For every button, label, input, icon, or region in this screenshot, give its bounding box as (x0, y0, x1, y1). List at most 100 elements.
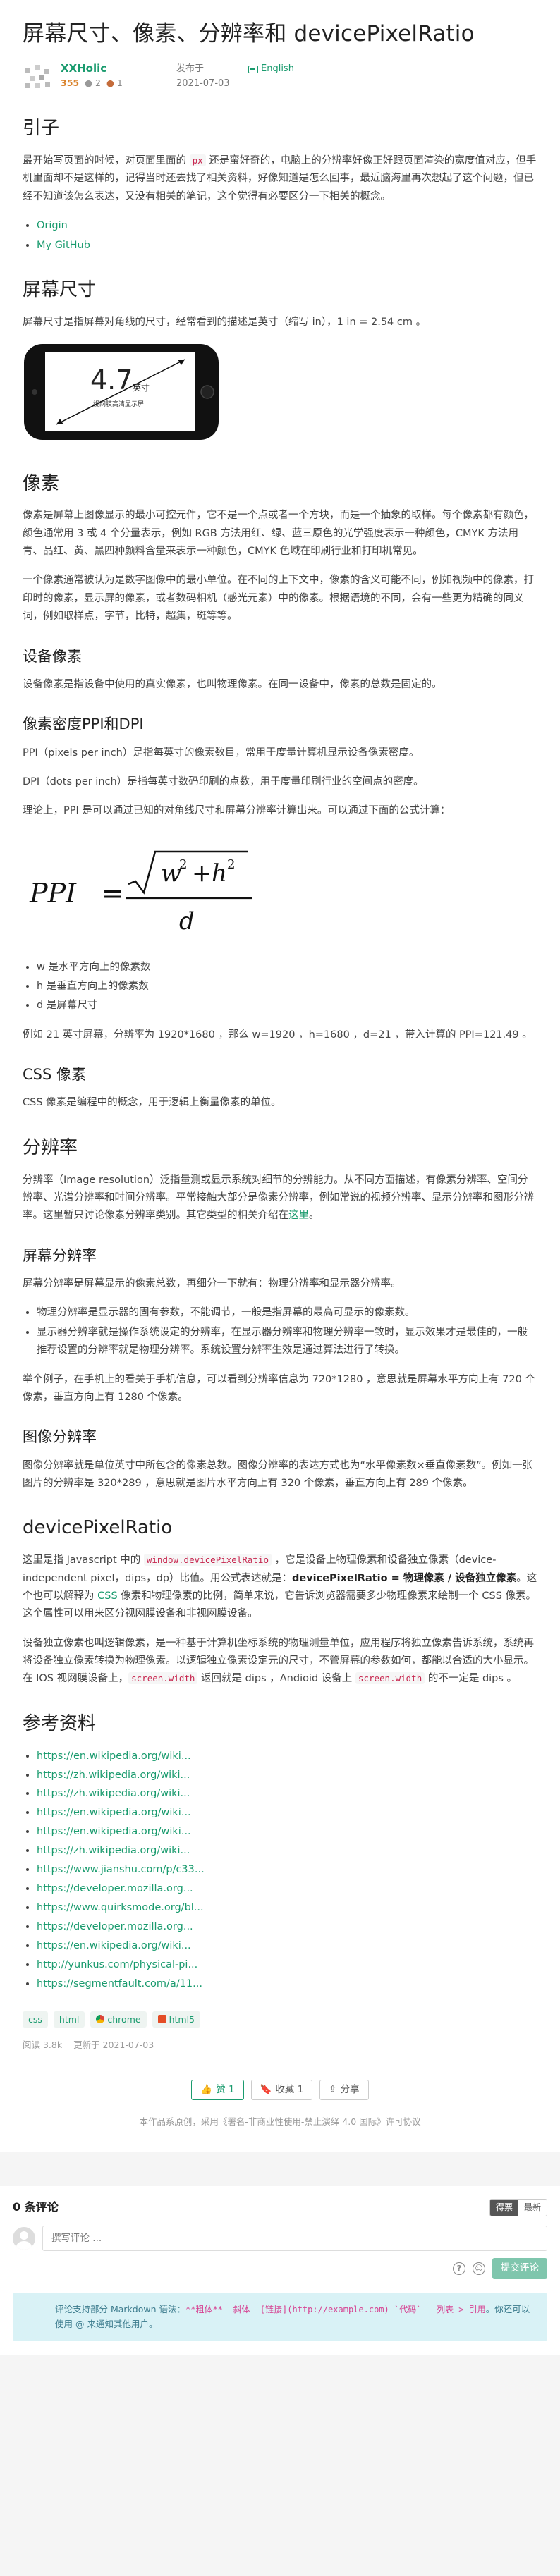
pixel-paragraph-2: 一个像素通常被认为是数字图像中的最小单位。在不同的上下文中，像素的含义可能不同，… (23, 575, 534, 622)
language-label: English (261, 63, 294, 75)
list-item: https://zh.wikipedia.org/wiki... (37, 1785, 537, 1803)
reference-link[interactable]: https://en.wikipedia.org/wiki... (37, 1940, 191, 1951)
article-actions: 👍 赞 1 🔖 收藏 1 ⇪ 分享 (23, 2079, 537, 2101)
reference-link[interactable]: https://developer.mozilla.org... (37, 1883, 193, 1894)
language-link[interactable]: English (248, 62, 294, 77)
heading-resolution: 分辨率 (23, 1136, 78, 1158)
list-item: https://segmentfault.com/a/11... (37, 1975, 537, 1993)
formula-exp-2: 2 (227, 857, 235, 872)
tag-chrome[interactable]: chrome (90, 2011, 147, 2028)
silver-badge: ● 2 (85, 77, 101, 88)
ppi-formula: PPI = w 2 + h 2 d (23, 847, 537, 939)
intro-paragraph: 最开始写页面的时候，对页面里面的 px 还是蛮好奇的，电脑上的分辨率好像正好跟页… (23, 154, 537, 202)
tag-html5[interactable]: html5 (152, 2011, 201, 2028)
heading-screen-resolution: 屏幕分辨率 (23, 1246, 97, 1264)
heading-references: 参考资料 (23, 1712, 97, 1734)
emoji-icon[interactable]: ☺ (473, 2262, 485, 2276)
screen-size-paragraph: 屏幕尺寸是指屏幕对角线的尺寸，经常看到的描述是英寸（缩写 in），1 in = … (23, 316, 427, 328)
share-button[interactable]: ⇪ 分享 (319, 2079, 369, 2101)
tag-list: css html chrome html5 (23, 2011, 537, 2028)
translate-icon (248, 66, 258, 74)
avatar-pattern-icon (23, 62, 52, 92)
formula-d: d (179, 907, 195, 936)
pixel-paragraph-1: 像素是屏幕上图像显示的最小可控元件，它不是一个点或者一个方块，而是一个抽象的取样… (23, 510, 534, 558)
list-item: https://en.wikipedia.org/wiki... (37, 1804, 537, 1822)
list-item: https://developer.mozilla.org... (37, 1918, 537, 1936)
comments-header: 0 条评论 得票 最新 (13, 2197, 547, 2217)
publish-date: 2021-07-03 (176, 78, 230, 90)
heading-css-pixel: CSS 像素 (23, 1066, 86, 1084)
markdown-syntax: **粗体** _斜体_ [链接](http://example.com) `代码… (185, 2304, 486, 2314)
heading-pixel: 像素 (23, 472, 60, 494)
reference-link[interactable]: https://segmentfault.com/a/11... (37, 1978, 202, 1989)
inline-code: screen.width (128, 1672, 198, 1685)
list-item: https://developer.mozilla.org... (37, 1880, 537, 1898)
list-item: w 是水平方向上的像素数 (37, 959, 537, 976)
reference-link[interactable]: https://zh.wikipedia.org/wiki... (37, 1770, 190, 1781)
list-item: https://en.wikipedia.org/wiki... (37, 1937, 537, 1955)
author-avatar[interactable] (23, 62, 52, 92)
publish-info: 发布于 2021-07-03 (176, 62, 240, 92)
reference-link[interactable]: https://www.jianshu.com/p/c33... (37, 1864, 205, 1875)
dpr-paragraph-1: 这里是指 Javascript 中的 window.devicePixelRat… (23, 1554, 537, 1620)
author-info: XXHolic 355 ● 2 ● 1 (61, 62, 166, 90)
silver-dot-icon: ● (85, 77, 95, 88)
list-item: https://www.quirksmode.org/bl... (37, 1899, 537, 1917)
article-meta: XXHolic 355 ● 2 ● 1 发布于 2021-07-03 Engli… (23, 62, 537, 92)
heading-dpr: devicePixelRatio (23, 1517, 173, 1539)
reference-link[interactable]: https://en.wikipedia.org/wiki... (37, 1826, 191, 1837)
ppi-example: 例如 21 英寸屏幕，分辨率为 1920*1680 ，那么 w=1920 ，h=… (23, 1029, 532, 1041)
tag-css[interactable]: css (23, 2011, 48, 2028)
dpr-paragraph-2: 设备独立像素也叫逻辑像素，是一种基于计算机坐标系统的物理测量单位，应用程序将独立… (23, 1637, 534, 1685)
reference-link[interactable]: https://zh.wikipedia.org/wiki... (37, 1845, 190, 1856)
page-title: 屏幕尺寸、像素、分辨率和 devicePixelRatio (23, 21, 475, 47)
link-github[interactable]: My GitHub (37, 240, 90, 251)
phone-size-value: 4.7 (90, 364, 133, 395)
sort-by-newest[interactable]: 最新 (518, 2200, 547, 2215)
heading-screen-size: 屏幕尺寸 (23, 278, 97, 300)
list-item: Origin (37, 217, 537, 235)
reference-link[interactable]: https://zh.wikipedia.org/wiki... (37, 1788, 190, 1799)
css-pixel-paragraph: CSS 像素是编程中的概念，用于逻辑上衡量像素的单位。 (23, 1097, 281, 1109)
reference-link[interactable]: https://www.quirksmode.org/bl... (37, 1902, 204, 1913)
reference-link[interactable]: https://en.wikipedia.org/wiki... (37, 1807, 191, 1818)
screen-resolution-example: 举个例子，在手机上的看关于手机信息，可以看到分辨率信息为 720*1280 ，意… (23, 1373, 535, 1403)
inline-code: px (189, 154, 206, 167)
author-stats: 355 ● 2 ● 1 (61, 76, 166, 90)
like-button[interactable]: 👍 赞 1 (191, 2079, 244, 2101)
phone-caption: 视网膜高清显示屏 (93, 400, 144, 408)
bookmark-icon: 🔖 (260, 2083, 272, 2095)
submit-comment-button[interactable]: 提交评论 (492, 2258, 547, 2279)
markdown-hint: 评论支持部分 Markdown 语法：**粗体** _斜体_ [链接](http… (13, 2293, 547, 2341)
bronze-badge: ● 1 (106, 77, 123, 88)
reference-link[interactable]: https://developer.mozilla.org... (37, 1921, 193, 1932)
author-reputation: 355 (61, 77, 80, 88)
ppi-paragraph-3: 理论上，PPI 是可以通过已知的对角线尺寸和屏幕分辨率计算出来。可以通过下面的公… (23, 805, 451, 817)
link-here[interactable]: 这里 (288, 1210, 309, 1221)
list-item: https://zh.wikipedia.org/wiki... (37, 1842, 537, 1860)
comment-input[interactable] (42, 2226, 547, 2252)
comments-section: 0 条评论 得票 最新 ? ☺ 提交评论 评论支持部分 Markdown 语法：… (0, 2186, 560, 2355)
formula-plus: + (192, 859, 212, 888)
collect-button[interactable]: 🔖 收藏 1 (250, 2079, 313, 2101)
list-item: https://zh.wikipedia.org/wiki... (37, 1767, 537, 1784)
reference-list: https://en.wikipedia.org/wiki... https:/… (37, 1748, 537, 1993)
help-icon[interactable]: ? (453, 2262, 465, 2276)
thumbs-up-icon: 👍 (200, 2083, 213, 2095)
tag-html[interactable]: html (53, 2011, 85, 2028)
sort-by-votes[interactable]: 得票 (489, 2200, 518, 2216)
reference-link[interactable]: http://yunkus.com/physical-pi... (37, 1959, 197, 1970)
list-item: 显示器分辨率就是操作系统设定的分辨率，在显示器分辨率和物理分辨率一致时，显示效果… (37, 1324, 537, 1360)
author-name[interactable]: XXHolic (61, 62, 166, 76)
image-resolution-paragraph: 图像分辨率就是单位英寸中所包含的像素总数。图像分辨率的表达方式也为“水平像素数×… (23, 1459, 533, 1489)
bronze-dot-icon: ● (106, 77, 117, 88)
reference-link[interactable]: https://en.wikipedia.org/wiki... (37, 1750, 191, 1762)
heading-device-pixel: 设备像素 (23, 647, 82, 665)
comment-sort-toggle: 得票 最新 (489, 2199, 547, 2216)
formula-equals: = (102, 878, 124, 909)
screen-resolution-list: 物理分辨率是显示器的固有参数，不能调节，一般是指屏幕的最高可显示的像素数。 显示… (37, 1304, 537, 1359)
link-origin[interactable]: Origin (37, 220, 68, 231)
link-css[interactable]: CSS (97, 1590, 118, 1602)
list-item: https://www.jianshu.com/p/c33... (37, 1861, 537, 1879)
article-stats: 阅读 3.8k 更新于 2021-07-03 (23, 2037, 537, 2053)
